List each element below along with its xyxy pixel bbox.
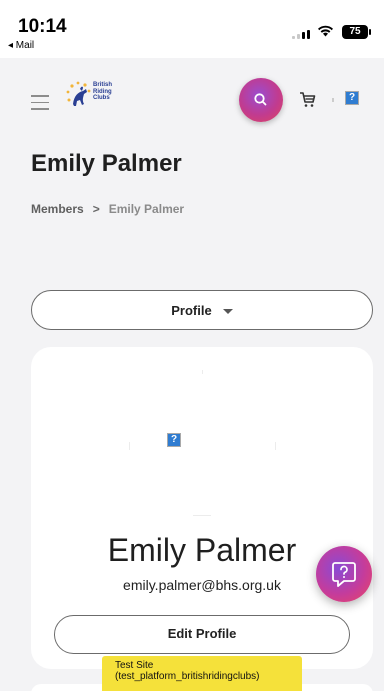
menu-icon[interactable]	[31, 95, 49, 110]
cart-icon	[300, 92, 316, 107]
breadcrumb-current: Emily Palmer	[108, 202, 185, 216]
breadcrumb: Members > Emily Palmer	[31, 202, 184, 216]
cart-button[interactable]	[296, 88, 318, 110]
british-riding-clubs-logo[interactable]: British Riding Clubs	[64, 80, 120, 114]
status-time: 10:14	[18, 16, 67, 37]
test-site-id: (test_platform_britishridingclubs)	[115, 671, 260, 682]
wifi-icon	[317, 22, 334, 42]
status-bar: 10:14 ◂ Mail 75	[0, 0, 384, 58]
user-avatar-button[interactable]: ?	[345, 91, 359, 105]
profile-photo-frame	[129, 370, 276, 516]
battery-icon: 75	[342, 25, 371, 39]
signal-icon	[292, 30, 310, 39]
help-chat-icon	[332, 562, 356, 587]
header-divider	[332, 98, 334, 102]
edit-profile-button[interactable]: Edit Profile	[54, 615, 350, 654]
back-to-mail-link[interactable]: ◂ Mail	[8, 40, 34, 51]
search-icon	[254, 93, 267, 106]
profile-section-dropdown[interactable]: Profile	[31, 290, 373, 330]
search-button[interactable]	[239, 78, 283, 122]
profile-photo-placeholder: ?	[167, 433, 181, 447]
breadcrumb-separator: >	[92, 202, 100, 216]
breadcrumb-members-link[interactable]: Members	[31, 202, 84, 216]
test-site-banner: Test Site (test_platform_britishridingcl…	[102, 656, 302, 691]
page-title: Emily Palmer	[31, 150, 182, 177]
caret-down-icon	[222, 308, 233, 314]
test-site-title: Test Site	[115, 660, 154, 671]
logo-text: British Riding Clubs	[93, 82, 113, 101]
help-chat-button[interactable]	[316, 546, 372, 602]
site-header: British Riding Clubs ?	[0, 58, 384, 148]
dropdown-selected-label: Profile	[171, 302, 212, 318]
